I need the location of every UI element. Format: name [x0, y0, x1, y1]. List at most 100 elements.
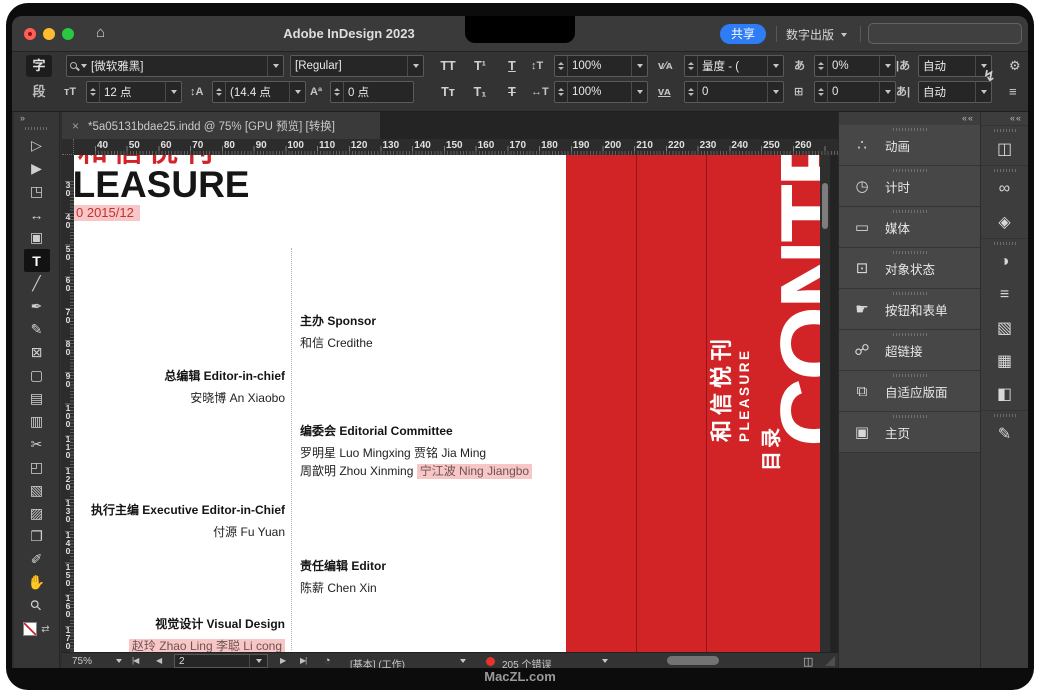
panel-animation[interactable]: ∴ 动画	[839, 125, 980, 166]
tool-hand-tool[interactable]: ✋	[24, 571, 50, 594]
workspace-switcher[interactable]: 数字出版	[786, 26, 847, 43]
tool-rectangle-tool[interactable]: ▢	[24, 364, 50, 387]
all-caps-toggle[interactable]: TT	[434, 55, 462, 77]
dropdown-button[interactable]	[767, 82, 783, 102]
panel-buttons-and-forms[interactable]: ☛ 按钮和表单	[839, 289, 980, 330]
vertical-scrollbar[interactable]	[820, 155, 830, 652]
dropdown-button[interactable]	[879, 82, 895, 102]
zoom-level-select[interactable]: 75%	[70, 654, 124, 668]
tool-scissors-tool[interactable]: ✂	[24, 433, 50, 456]
gear-icon[interactable]: ⚙	[1009, 57, 1021, 75]
leading-field[interactable]: (14.4 点	[212, 81, 306, 103]
expand-tools-icon[interactable]: »	[20, 113, 26, 123]
first-page-button[interactable]: |◀	[132, 656, 138, 665]
baseline-shift-field[interactable]: 0 点	[330, 81, 414, 103]
dropdown-button[interactable]	[267, 56, 283, 76]
dropdown-button[interactable]	[631, 56, 647, 76]
stepper[interactable]	[685, 56, 698, 76]
tool-vertical-grid-tool[interactable]: ▥	[24, 410, 50, 433]
tracking-field[interactable]: 0	[684, 81, 784, 103]
panel-menu-icon[interactable]: ≡	[1009, 83, 1017, 101]
tool-gradient-swatch-tool[interactable]: ▧	[24, 479, 50, 502]
dock-links[interactable]: ∞	[981, 165, 1028, 205]
stepper[interactable]	[685, 82, 698, 102]
swap-fill-stroke-icon[interactable]: ⇄	[41, 624, 49, 635]
tool-line-tool[interactable]: ╱	[24, 272, 50, 295]
dropdown-button[interactable]	[631, 82, 647, 102]
panel-master-pages[interactable]: ▣ 主页	[839, 412, 980, 453]
panel-liquid-layout[interactable]: ⧉ 自适应版面	[839, 371, 980, 412]
share-button[interactable]: 共享	[720, 24, 766, 44]
horizontal-scrollbar[interactable]	[627, 656, 827, 666]
panel-hyperlinks[interactable]: ☍ 超链接	[839, 330, 980, 371]
kerning-field[interactable]: 量度 - (	[684, 55, 784, 77]
scrollbar-thumb[interactable]	[822, 183, 828, 229]
dropdown-button[interactable]	[767, 56, 783, 76]
chevron-down-icon[interactable]	[460, 659, 466, 663]
small-caps-toggle[interactable]: Tᴛ	[434, 81, 462, 103]
panel-collapse-header[interactable]: ««	[839, 112, 980, 125]
tool-content-collector-tool[interactable]: ▣	[24, 226, 50, 249]
underline-toggle[interactable]: T	[498, 55, 526, 77]
horizontal-scale-field[interactable]: 100%	[554, 81, 648, 103]
tool-gradient-feather-tool[interactable]: ▨	[24, 502, 50, 525]
chevron-down-icon[interactable]	[602, 659, 608, 663]
scrollbar-thumb[interactable]	[667, 656, 719, 665]
panel-timing[interactable]: ◷ 计时	[839, 166, 980, 207]
dock-collapse-header[interactable]: ««	[981, 112, 1028, 125]
page-number-field[interactable]	[174, 654, 268, 668]
subscript-toggle[interactable]: T₁	[466, 81, 494, 103]
document-tab[interactable]: × *5a05131bdae25.indd @ 75% [GPU 预览] [转换…	[62, 112, 380, 139]
dock-pages[interactable]: ◫	[981, 125, 1028, 165]
font-style-select[interactable]: [Regular]	[290, 55, 424, 77]
search-input[interactable]	[868, 23, 1022, 44]
tool-gap-tool[interactable]: ↔	[24, 203, 50, 226]
font-family-select[interactable]: [微软雅黑]	[66, 55, 284, 77]
char-align-field[interactable]: 自动	[918, 81, 992, 103]
tool-pencil-tool[interactable]: ✎	[24, 318, 50, 341]
ruler-origin-corner[interactable]	[62, 139, 74, 155]
next-page-button[interactable]: ▶	[280, 656, 285, 665]
home-icon[interactable]: ⌂	[96, 24, 105, 41]
dropdown-button[interactable]	[289, 82, 305, 102]
strikethrough-toggle[interactable]: T	[498, 81, 526, 103]
grid-spacing-field[interactable]: 0	[814, 81, 896, 103]
proportional-spacing-field[interactable]: 0%	[814, 55, 896, 77]
stepper[interactable]	[555, 82, 568, 102]
preflight-gauge-icon[interactable]: ◔	[324, 655, 331, 667]
tool-direct-selection-tool[interactable]: ▶	[24, 157, 50, 180]
last-page-button[interactable]: ▶|	[300, 656, 306, 665]
tool-type-tool[interactable]: T	[24, 249, 50, 272]
fullscreen-window-button[interactable]	[62, 28, 74, 40]
adobe-sensei-icon[interactable]: ↯	[983, 68, 996, 86]
panel-media[interactable]: ▭ 媒体	[839, 207, 980, 248]
superscript-toggle[interactable]: T¹	[466, 55, 494, 77]
close-window-button[interactable]	[24, 28, 36, 40]
dock-gradient[interactable]: ▧	[981, 311, 1028, 344]
dropdown-button[interactable]	[879, 56, 895, 76]
tool-zoom-tool[interactable]: ⚲	[24, 594, 50, 617]
close-tab-icon[interactable]: ×	[72, 119, 79, 133]
previous-page-button[interactable]: ◀	[156, 656, 161, 665]
tool-pen-tool[interactable]: ✒	[24, 295, 50, 318]
dock-color-themes[interactable]: ▦	[981, 344, 1028, 377]
stepper[interactable]	[87, 82, 100, 102]
dropdown-button[interactable]	[165, 82, 181, 102]
stepper[interactable]	[815, 56, 828, 76]
tool-horizontal-grid-tool[interactable]: ▤	[24, 387, 50, 410]
document-page[interactable]: 和信悦刊 PLEASURE 0 2015/12 总编辑 Editor-in-ch…	[74, 155, 820, 652]
page-number-input[interactable]	[175, 655, 249, 667]
horizontal-ruler[interactable]: 4050607080901001101201301401501601701801…	[62, 139, 838, 155]
tool-eyedropper-tool[interactable]: ✐	[24, 548, 50, 571]
vertical-ruler[interactable]: 3 04 05 06 07 08 09 01 0 01 1 01 2 01 3 …	[62, 155, 74, 652]
dropdown-button[interactable]	[249, 655, 267, 667]
stepper[interactable]	[555, 56, 568, 76]
dropdown-button[interactable]	[407, 56, 423, 76]
fill-none-swatch[interactable]	[23, 622, 37, 636]
paragraph-formatting-tab[interactable]: 段	[26, 81, 52, 103]
tool-page-tool[interactable]: ◳	[24, 180, 50, 203]
grid-jidori-field[interactable]: 自动	[918, 55, 992, 77]
dock-layers[interactable]: ◈	[981, 205, 1028, 238]
dock-cc-libraries[interactable]: ◧	[981, 377, 1028, 410]
dock-preflight[interactable]: ✎	[981, 410, 1028, 450]
